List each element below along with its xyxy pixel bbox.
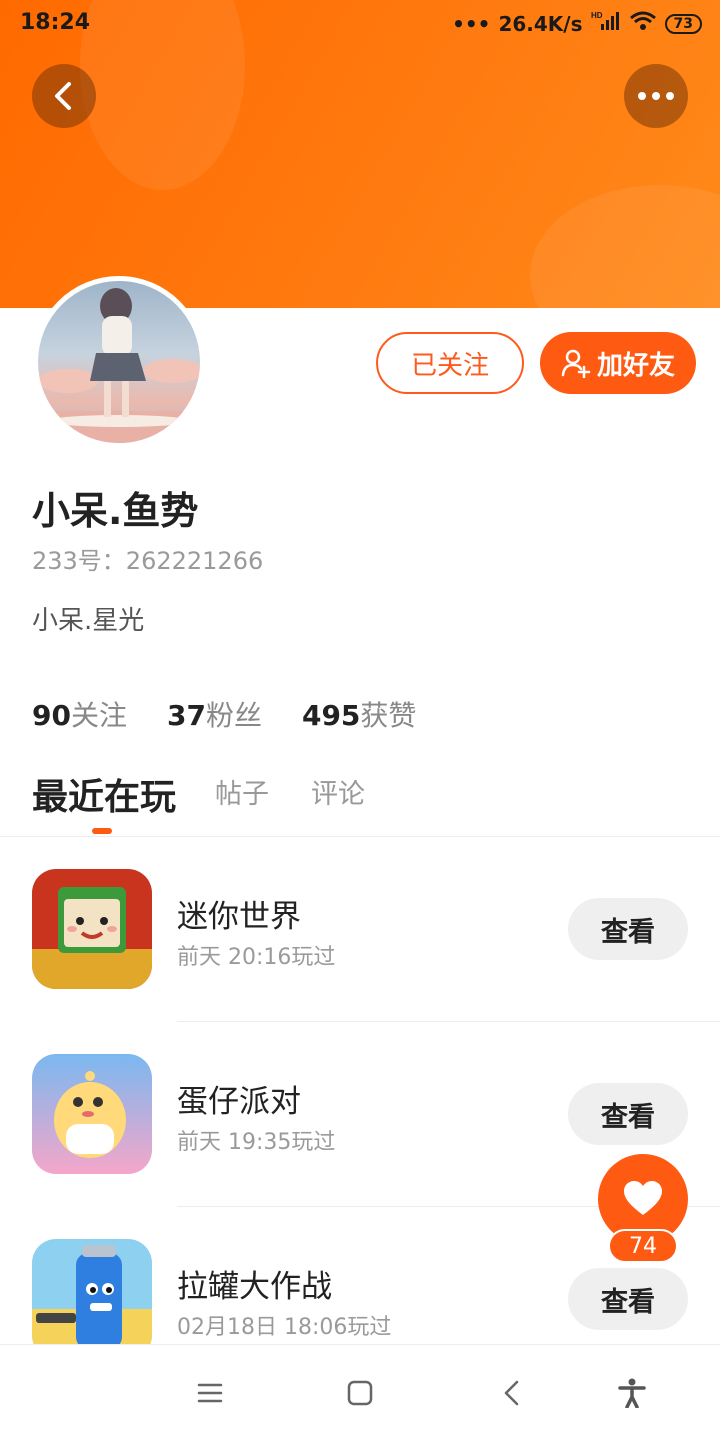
- wifi-icon: [629, 10, 657, 37]
- stat-count: 495: [301, 699, 361, 732]
- view-button[interactable]: 查看: [568, 1083, 688, 1145]
- game-title: 蛋仔派对: [177, 1084, 301, 1120]
- profile-stats: 90关注 37粉丝 495获赞: [32, 694, 416, 734]
- accessibility-icon[interactable]: [612, 1375, 652, 1411]
- game-icon: [32, 869, 152, 989]
- game-title: 迷你世界: [177, 899, 301, 935]
- stat-label: 关注: [70, 699, 127, 732]
- active-tab-indicator: [92, 828, 112, 834]
- stat-label: 获赞: [360, 699, 417, 732]
- chevron-left-icon: [55, 82, 71, 110]
- home-square-icon[interactable]: [340, 1375, 380, 1411]
- svg-text:HD: HD: [591, 11, 603, 20]
- profile-bio: 小呆.星光: [32, 606, 145, 636]
- cell-signal-icon: HD: [591, 10, 621, 37]
- avatar[interactable]: [33, 276, 205, 448]
- add-user-icon: [561, 349, 591, 378]
- last-played-time: 02月18日 18:06玩过: [177, 1315, 392, 1340]
- view-button[interactable]: 查看: [568, 898, 688, 960]
- tab-comments[interactable]: 评论: [311, 772, 365, 811]
- status-bar: 18:24 ••• 26.4K/s HD 73: [0, 0, 720, 50]
- like-count-badge: 74: [608, 1229, 678, 1263]
- view-button[interactable]: 查看: [568, 1268, 688, 1330]
- network-speed: 26.4K/s: [498, 11, 583, 36]
- stat-label: 粉丝: [205, 699, 262, 732]
- battery-indicator: 73: [664, 13, 702, 34]
- profile-tabs: 最近在玩 帖子 评论: [0, 768, 720, 836]
- more-options-button[interactable]: [624, 64, 688, 128]
- back-nav-icon[interactable]: [492, 1375, 532, 1411]
- last-played-time: 前天 20:16玩过: [177, 945, 336, 970]
- game-title: 拉罐大作战: [177, 1269, 332, 1305]
- system-nav-bar: [0, 1344, 720, 1440]
- stat-likes[interactable]: 495获赞: [302, 694, 416, 734]
- profile-name: 小呆.鱼势: [32, 489, 199, 533]
- game-icon: [32, 1239, 152, 1344]
- stat-count: 37: [166, 699, 206, 732]
- last-played-time: 前天 19:35玩过: [177, 1130, 336, 1155]
- stat-fans[interactable]: 37粉丝: [167, 694, 262, 734]
- heart-icon: [624, 1181, 662, 1215]
- user-id: 233号：262221266: [32, 547, 264, 575]
- signal-dots-icon: •••: [452, 11, 491, 36]
- status-time: 18:24: [20, 10, 91, 35]
- game-icon: [32, 1054, 152, 1174]
- add-friend-label: 加好友: [596, 350, 675, 381]
- followed-button[interactable]: 已关注: [376, 332, 524, 394]
- stat-following[interactable]: 90关注: [32, 694, 127, 734]
- tab-recent-playing[interactable]: 最近在玩: [32, 768, 176, 820]
- more-dots-icon: [638, 92, 674, 100]
- tab-posts[interactable]: 帖子: [215, 772, 269, 811]
- back-button[interactable]: [32, 64, 96, 128]
- add-friend-button[interactable]: 加好友: [540, 332, 696, 394]
- menu-icon[interactable]: [190, 1375, 230, 1411]
- stat-count: 90: [32, 699, 71, 732]
- list-item[interactable]: 迷你世界 前天 20:16玩过 查看: [0, 837, 720, 1022]
